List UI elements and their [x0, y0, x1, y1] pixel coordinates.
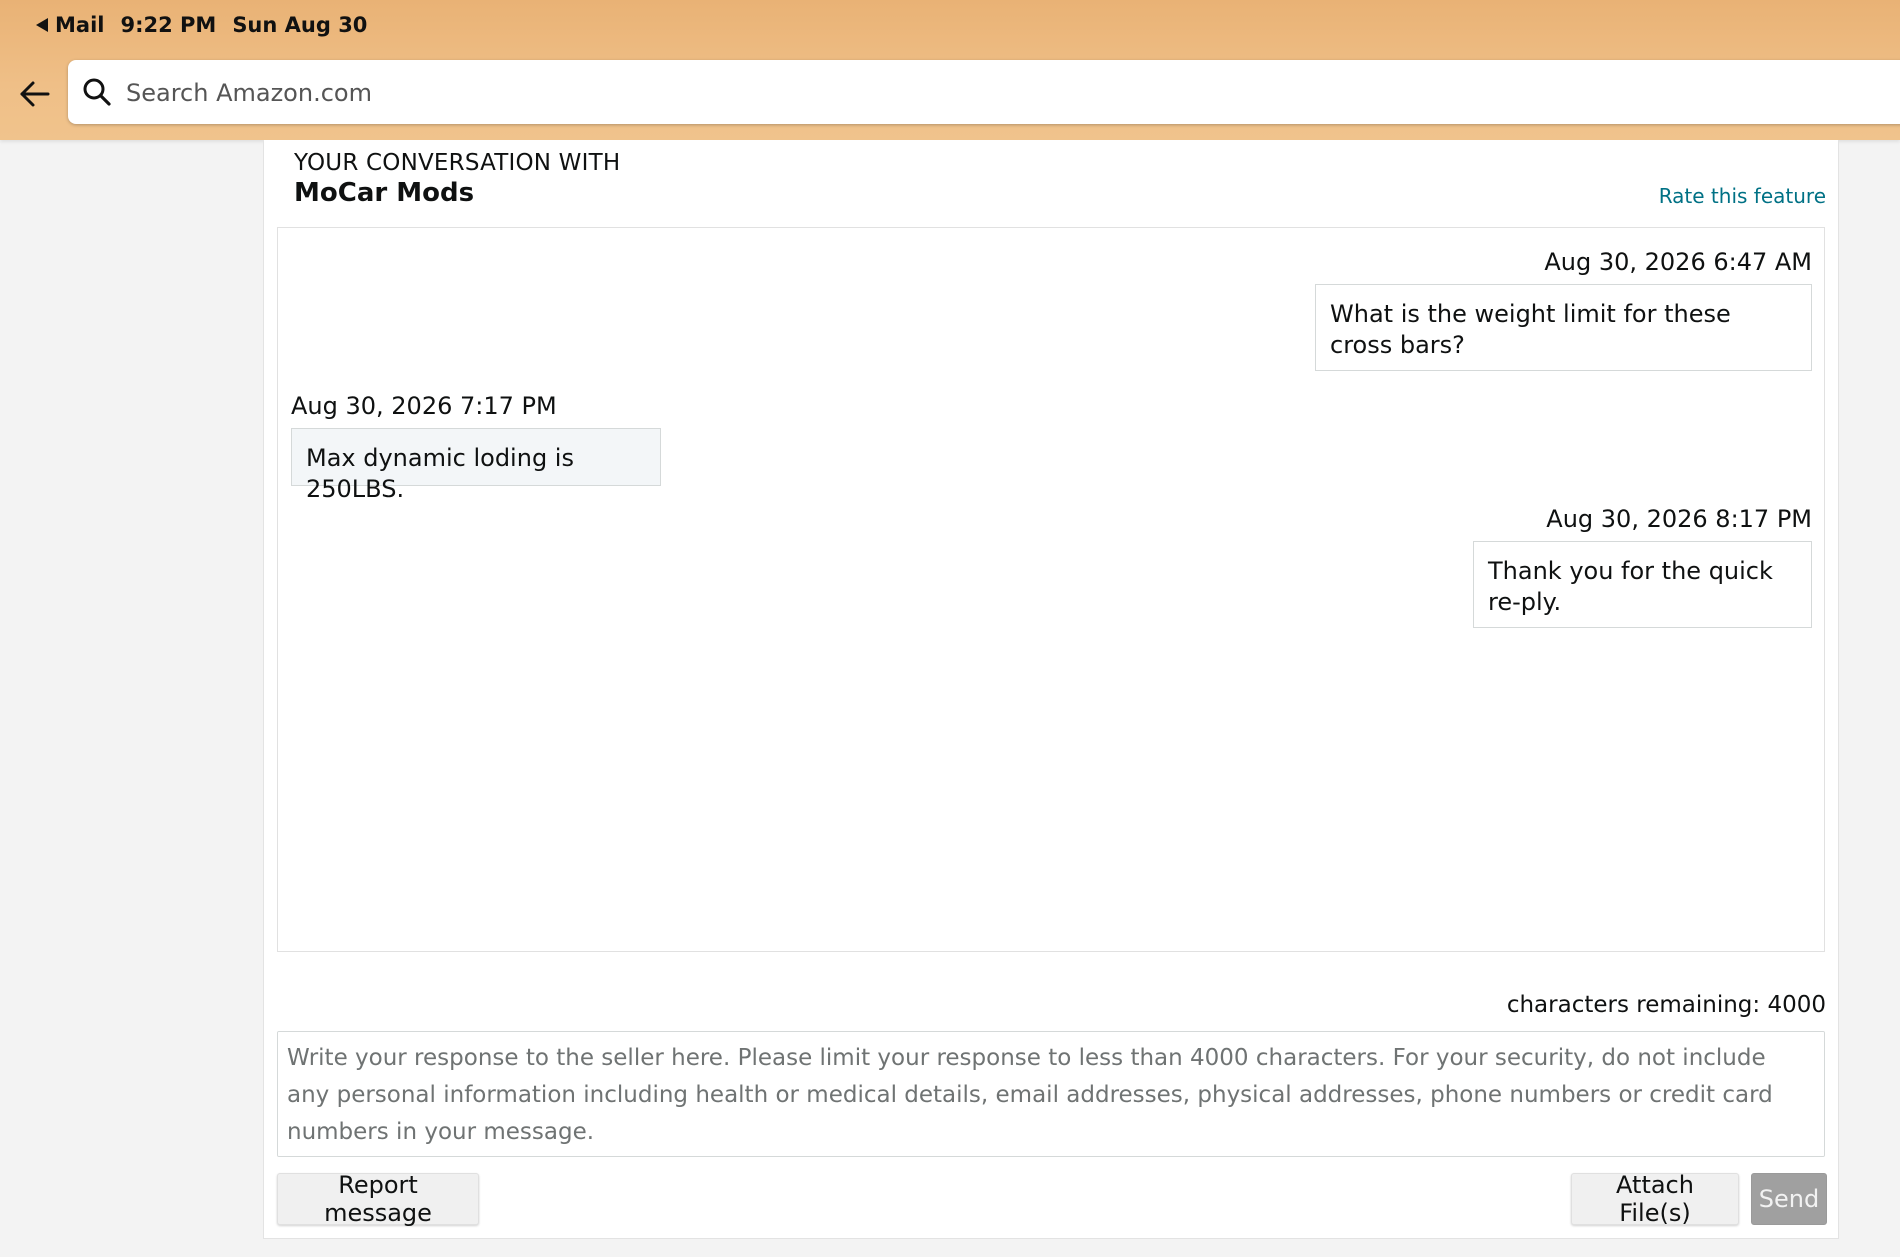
- rate-feature-link[interactable]: Rate this feature: [1659, 184, 1826, 208]
- search-input[interactable]: [124, 68, 1828, 118]
- status-bar: Mail 9:22 PM Sun Aug 30: [36, 12, 367, 38]
- message-timestamp: Aug 30, 2026 6:47 AM: [1544, 248, 1812, 276]
- attach-files-button[interactable]: Attach File(s): [1571, 1171, 1739, 1227]
- report-message-button[interactable]: Report message: [277, 1171, 479, 1227]
- back-arrow-icon[interactable]: [18, 77, 52, 111]
- message-bubble-sent: Thank you for the quick re-ply.: [1473, 541, 1812, 628]
- characters-remaining: characters remaining: 4000: [1506, 992, 1826, 1018]
- app-header: Mail 9:22 PM Sun Aug 30: [0, 0, 1900, 140]
- message-thread: Aug 30, 2026 6:47 AM What is the weight …: [277, 227, 1825, 952]
- search-icon: [83, 78, 111, 106]
- response-textarea[interactable]: [277, 1031, 1825, 1157]
- message-bubble-sent: What is the weight limit for these cross…: [1315, 284, 1812, 371]
- seller-name: MoCar Mods: [294, 178, 475, 208]
- message-timestamp: Aug 30, 2026 7:17 PM: [291, 392, 557, 420]
- back-to-app-link[interactable]: Mail: [36, 13, 104, 37]
- message-bubble-received: Max dynamic loding is 250LBS.: [291, 428, 661, 503]
- back-app-label: Mail: [55, 13, 105, 37]
- send-button[interactable]: Send: [1751, 1173, 1827, 1225]
- back-triangle-icon: [36, 18, 48, 32]
- message-timestamp: Aug 30, 2026 8:17 PM: [1546, 505, 1812, 533]
- conversation-heading: YOUR CONVERSATION WITH: [294, 150, 621, 176]
- status-time: 9:22 PM: [120, 13, 217, 37]
- search-bar[interactable]: [68, 60, 1900, 124]
- conversation-panel: YOUR CONVERSATION WITH MoCar Mods Rate t…: [263, 140, 1839, 1239]
- status-date: Sun Aug 30: [232, 13, 368, 37]
